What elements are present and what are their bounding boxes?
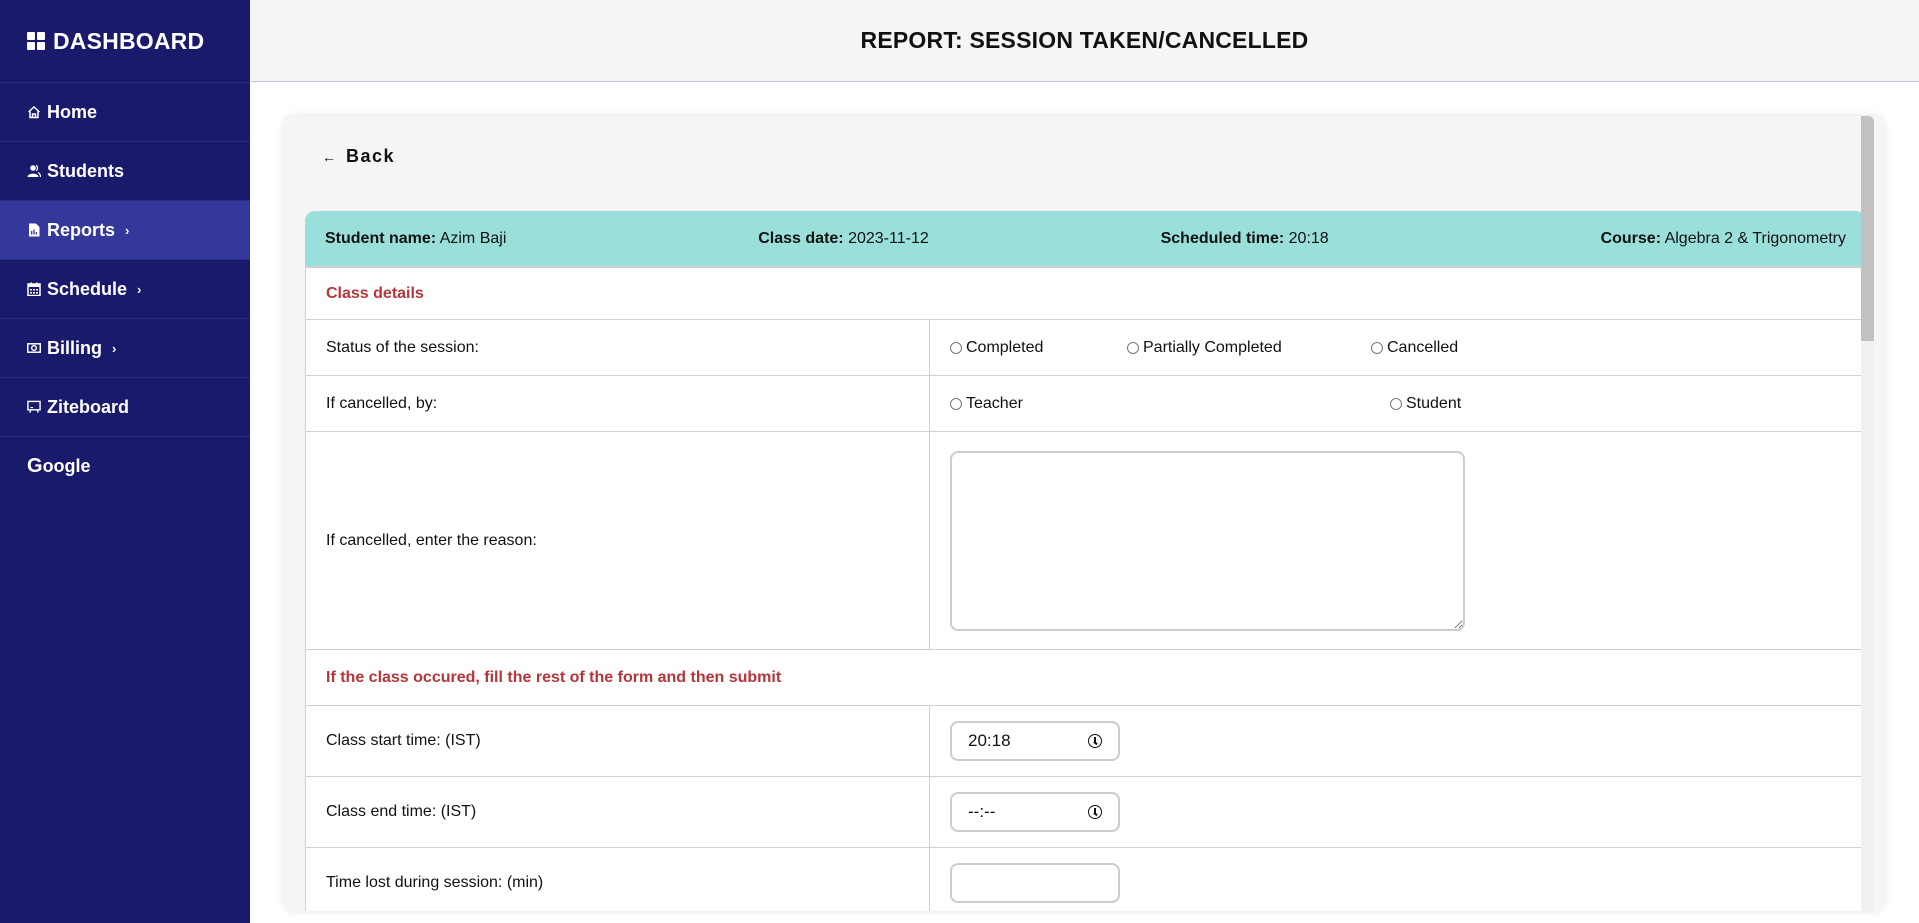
radio-student[interactable]: Student: [1390, 395, 1461, 413]
radio-partially-completed[interactable]: Partially Completed: [1127, 339, 1371, 357]
end-time-label: Class end time: (IST): [306, 777, 930, 847]
sidebar-item-home[interactable]: Home: [0, 83, 250, 142]
cancelled-by-label: If cancelled, by:: [306, 376, 930, 431]
status-label: Status of the session:: [306, 320, 930, 375]
back-label: Back: [346, 146, 396, 166]
radio-circle-icon: [1127, 341, 1139, 354]
page-header: REPORT: SESSION TAKEN/CANCELLED: [250, 0, 1919, 82]
section-title-class-details: Class details: [306, 268, 1865, 320]
calendar-icon: [27, 282, 41, 296]
sidebar-item-reports[interactable]: Reports ›: [0, 201, 250, 260]
home-icon: [27, 105, 41, 119]
radio-circle-icon: [1390, 397, 1402, 410]
back-button[interactable]: ← Back: [322, 146, 395, 167]
session-info-bar: Student name: Azim Baji Class date: 2023…: [305, 211, 1866, 268]
sidebar-item-label: Students: [47, 160, 125, 181]
start-time-label: Class start time: (IST): [306, 706, 930, 776]
sidebar-item-google[interactable]: G oogle: [0, 437, 250, 496]
course-info: Course: Algebra 2 & Trigonometry: [1600, 229, 1846, 247]
whiteboard-icon: [27, 400, 41, 414]
sidebar-item-label: Reports: [47, 219, 116, 240]
sidebar-item-billing[interactable]: Billing ›: [0, 319, 250, 378]
course-value: Algebra 2 & Trigonometry: [1664, 229, 1846, 247]
class-date-value: 2023-11-12: [848, 229, 929, 247]
form-row-start-time: Class start time: (IST) 20:18: [306, 706, 1865, 777]
session-form: Class details Status of the session: Com…: [305, 268, 1866, 911]
radio-teacher[interactable]: Teacher: [950, 395, 1390, 413]
radio-circle-icon: [950, 397, 962, 410]
brand-label: DASHBOARD: [53, 27, 205, 54]
google-icon: G: [27, 455, 43, 477]
reason-label: If cancelled, enter the reason:: [306, 432, 930, 649]
sidebar-item-ziteboard[interactable]: Ziteboard: [0, 378, 250, 437]
radio-completed[interactable]: Completed: [950, 339, 1127, 357]
section-title-class-occurred: If the class occured, fill the rest of t…: [306, 650, 1865, 706]
chevron-right-icon: ›: [125, 222, 130, 238]
brand[interactable]: DASHBOARD: [0, 0, 250, 83]
end-time-value: --:--: [968, 802, 996, 821]
form-row-reason: If cancelled, enter the reason:: [306, 432, 1865, 650]
student-name-value: Azim Baji: [439, 229, 507, 247]
sidebar-item-students[interactable]: Students: [0, 142, 250, 201]
dashboard-grid-icon: [27, 32, 45, 50]
form-row-status: Status of the session: Completed Partial…: [306, 320, 1865, 376]
sidebar-item-schedule[interactable]: Schedule ›: [0, 260, 250, 319]
cancelled-by-options: Teacher Student: [930, 376, 1865, 431]
radio-circle-icon: [950, 341, 962, 354]
page-title: REPORT: SESSION TAKEN/CANCELLED: [860, 27, 1309, 53]
time-lost-label: Time lost during session: (min): [306, 848, 930, 911]
end-time-input[interactable]: --:--: [950, 792, 1120, 832]
scrollbar-thumb[interactable]: [1861, 116, 1874, 341]
arrow-left-icon: ←: [322, 148, 336, 165]
report-card: ← Back Student name: Azim Baji Class dat…: [284, 116, 1884, 911]
sidebar-item-label: Ziteboard: [47, 396, 130, 417]
clock-icon[interactable]: [1088, 734, 1102, 748]
clock-icon[interactable]: [1088, 805, 1102, 819]
report-file-icon: [27, 223, 41, 237]
form-row-end-time: Class end time: (IST) --:--: [306, 777, 1865, 848]
sidebar-item-label: Billing: [47, 337, 102, 358]
scheduled-time-info: Scheduled time: 20:18: [1160, 229, 1329, 247]
class-date-info: Class date: 2023-11-12: [758, 229, 929, 247]
scheduled-time-value: 20:18: [1288, 229, 1329, 247]
sidebar-item-label: Home: [47, 101, 98, 122]
card-scrollbar[interactable]: [1861, 116, 1874, 911]
status-options: Completed Partially Completed Cancelled: [930, 320, 1865, 375]
form-row-cancelled-by: If cancelled, by: Teacher Student: [306, 376, 1865, 432]
start-time-value: 20:18: [968, 731, 1011, 750]
sidebar-item-label: Schedule: [47, 278, 128, 299]
time-lost-input[interactable]: [950, 863, 1120, 903]
chevron-right-icon: ›: [112, 340, 117, 356]
users-icon: [27, 164, 41, 178]
money-icon: [27, 341, 41, 355]
sidebar-item-label: oogle: [42, 456, 91, 476]
start-time-input[interactable]: 20:18: [950, 721, 1120, 761]
student-name-info: Student name: Azim Baji: [325, 229, 507, 247]
form-row-time-lost: Time lost during session: (min): [306, 848, 1865, 911]
reason-textarea[interactable]: [950, 450, 1465, 631]
radio-circle-icon: [1371, 341, 1383, 354]
radio-cancelled[interactable]: Cancelled: [1371, 339, 1458, 357]
sidebar: DASHBOARD Home Students Reports › Schedu…: [0, 0, 250, 923]
chevron-right-icon: ›: [137, 281, 142, 297]
